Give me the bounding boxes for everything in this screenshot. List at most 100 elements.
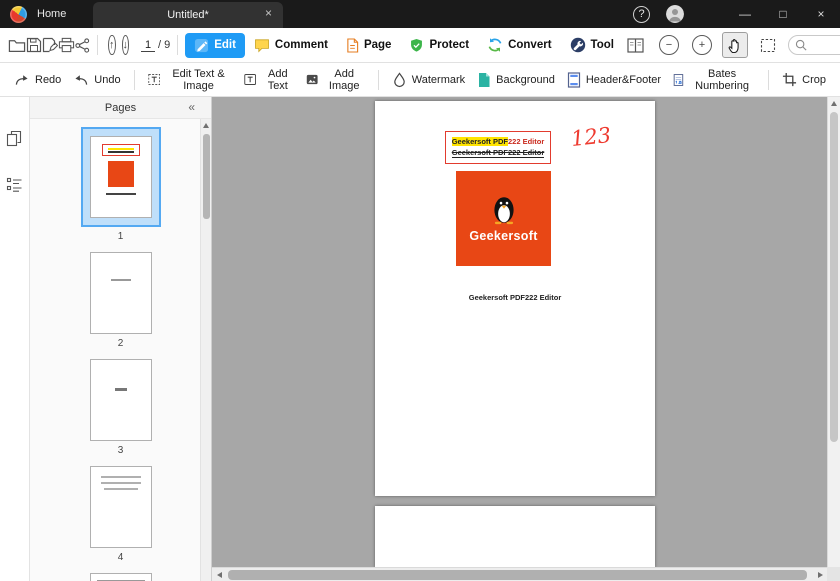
background-button[interactable]: Background	[471, 68, 561, 92]
page-thumbnail-2[interactable]: 2	[30, 252, 211, 349]
tab-convert[interactable]: Convert	[478, 32, 560, 58]
thumbnail-page-1	[89, 136, 152, 218]
vertical-scrollbar[interactable]	[827, 97, 840, 567]
tab-page[interactable]: Page	[337, 33, 401, 58]
penguin-icon	[493, 197, 514, 225]
annotation-redbox[interactable]: Geekersoft PDF222 Editor Geekersoft PDF2…	[445, 131, 551, 164]
page-layout-button[interactable]	[623, 32, 649, 58]
page-down-button[interactable]: ↓	[121, 35, 129, 55]
bates-numbering-button[interactable]: Bates Numbering	[667, 64, 761, 96]
maximize-button[interactable]: □	[764, 0, 802, 28]
document-page-1[interactable]: Geekersoft PDF222 Editor Geekersoft PDF2…	[375, 101, 655, 496]
select-area-button[interactable]	[755, 32, 781, 58]
hand-icon	[728, 38, 739, 53]
thumbnail-page-3	[89, 359, 152, 441]
handwritten-annotation[interactable]: 123	[570, 123, 612, 151]
panel-strip	[0, 97, 30, 581]
comment-bubble-icon	[255, 38, 269, 52]
main-toolbar: ↑ ↓ 1 / 9 Edit Comment Page Protect Conv…	[0, 28, 840, 63]
page-thumbnail-5[interactable]: 5	[30, 573, 211, 581]
sidebar-scroll-up-button[interactable]	[201, 119, 211, 131]
add-image-button[interactable]: Add Image	[300, 64, 371, 96]
collapse-sidebar-button[interactable]: «	[188, 100, 195, 114]
save-as-button[interactable]	[42, 32, 58, 58]
titlebar: Home Untitled* × ? — □ ×	[0, 0, 840, 28]
search-input[interactable]	[810, 39, 840, 51]
scroll-right-button[interactable]	[813, 568, 827, 581]
undo-button[interactable]: Undo	[67, 69, 126, 90]
convert-arrows-icon	[488, 38, 502, 52]
separator	[133, 69, 135, 90]
vertical-scroll-thumb[interactable]	[830, 112, 838, 442]
add-image-label: Add Image	[328, 67, 360, 92]
tab-close-icon[interactable]: ×	[265, 7, 272, 19]
tab-comment-label: Comment	[274, 39, 328, 51]
scroll-left-button[interactable]	[212, 568, 226, 581]
triangle-left-icon	[216, 572, 222, 578]
thumbnail-page-4	[89, 466, 152, 548]
close-button[interactable]: ×	[802, 0, 840, 28]
share-icon	[75, 37, 90, 53]
thumbnails-panel-button[interactable]	[4, 127, 26, 149]
document-tab[interactable]: Untitled* ×	[93, 2, 283, 28]
page-up-button[interactable]: ↑	[108, 35, 116, 55]
document-viewport[interactable]: Geekersoft PDF222 Editor Geekersoft PDF2…	[212, 97, 840, 581]
undo-arrow-icon	[75, 75, 88, 85]
scroll-up-button[interactable]	[828, 97, 840, 110]
open-button[interactable]	[8, 32, 26, 58]
separator	[768, 69, 770, 90]
app-window: Home Untitled* × ? — □ × ↑ ↓ 1 / 9 Edit …	[0, 0, 840, 581]
minimize-button[interactable]: —	[726, 0, 764, 28]
pages-sidebar-header: Pages «	[30, 97, 211, 119]
pages-panel-icon	[6, 130, 22, 146]
horizontal-scroll-thumb[interactable]	[228, 570, 807, 580]
page-thumbnail-4[interactable]: 4	[30, 466, 211, 563]
crop-label: Crop	[802, 73, 826, 86]
page-number-input[interactable]: 1	[141, 39, 155, 52]
tab-tool[interactable]: Tool	[561, 32, 623, 58]
save-button[interactable]	[26, 32, 42, 58]
bookmarks-panel-button[interactable]	[4, 173, 26, 195]
edit-text-image-button[interactable]: Edit Text & Image	[142, 64, 238, 96]
document-page-2[interactable]	[375, 506, 655, 568]
page-count-separator: /	[158, 39, 162, 51]
add-text-button[interactable]: Add Text	[238, 64, 300, 96]
tab-edit[interactable]: Edit	[185, 32, 245, 58]
brand-logo-block[interactable]: Geekersoft	[456, 171, 551, 266]
page-thumbnail-1[interactable]: 1	[30, 127, 211, 242]
bates-numbering-icon	[673, 73, 684, 86]
zoom-in-button[interactable]: +	[691, 35, 712, 55]
redo-button[interactable]: Redo	[8, 69, 67, 90]
page-thumbnail-3[interactable]: 3	[30, 359, 211, 456]
hand-tool-button[interactable]	[721, 32, 748, 58]
separator	[377, 69, 379, 90]
tab-protect[interactable]: Protect	[400, 33, 478, 58]
thumbnail-selection	[80, 127, 161, 227]
add-image-icon	[306, 74, 318, 85]
horizontal-scrollbar[interactable]	[212, 567, 827, 581]
print-button[interactable]	[58, 32, 75, 58]
header-footer-button[interactable]: Header&Footer	[561, 68, 667, 92]
watermark-button[interactable]: Watermark	[386, 68, 471, 92]
thumbnail-page-5	[89, 573, 152, 581]
thumbnail-label: 2	[117, 338, 124, 349]
marquee-select-icon	[760, 38, 776, 52]
tab-tool-label: Tool	[590, 39, 614, 51]
home-menu[interactable]: Home	[37, 8, 66, 20]
titlebar-right: ? — □ ×	[633, 0, 840, 28]
page-icon	[347, 37, 359, 53]
layout-icon	[627, 37, 645, 53]
help-icon[interactable]: ?	[633, 5, 650, 23]
share-button[interactable]	[75, 32, 90, 58]
sidebar-scroll-thumb[interactable]	[203, 134, 210, 219]
user-icon	[666, 5, 684, 23]
sidebar-scrollbar[interactable]	[200, 119, 211, 581]
tab-comment[interactable]: Comment	[245, 33, 337, 58]
zoom-out-button[interactable]: −	[658, 35, 679, 55]
watermark-drop-icon	[393, 71, 405, 87]
avatar[interactable]	[666, 5, 684, 23]
crop-button[interactable]: Crop	[776, 68, 832, 91]
pages-sidebar: Pages « 1 2 3 4	[30, 97, 212, 581]
search-box[interactable]	[787, 35, 840, 55]
thumbnail-label: 4	[117, 552, 124, 563]
